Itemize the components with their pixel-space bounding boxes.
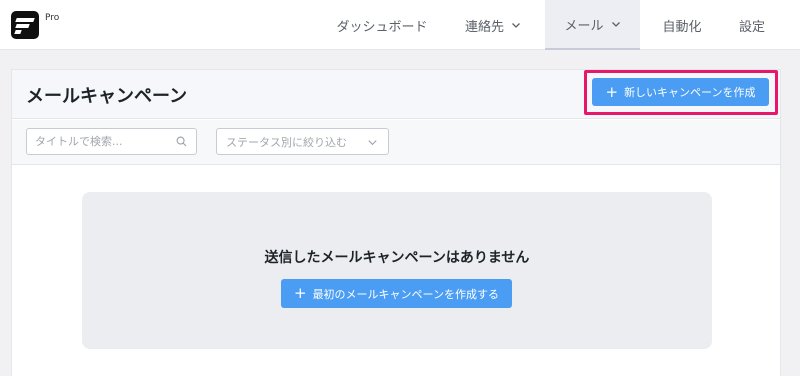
nav-item-contacts[interactable]: 連絡先 [452,0,534,50]
search-icon [176,136,187,147]
new-campaign-button[interactable]: + 新しいキャンペーンを作成 [592,78,769,106]
create-first-campaign-label: 最初のメールキャンペーンを作成する [312,287,500,301]
app-logo[interactable] [11,11,39,39]
plus-icon: + [293,284,307,302]
search-input[interactable] [27,129,167,154]
top-navigation-bar: Pro ダッシュボード 連絡先 メール 自動化 設定 [0,0,800,50]
create-first-campaign-button[interactable]: + 最初のメールキャンペーンを作成する [281,279,512,308]
nav-item-automation[interactable]: 自動化 [652,0,712,50]
nav-item-label: 設定 [738,19,765,35]
status-filter-select[interactable]: ステータス別に絞り込む [216,128,389,155]
nav-item-label: メール [564,18,604,34]
chevron-down-icon [611,22,620,27]
nav-item-dashboard[interactable]: ダッシュボード [326,0,438,50]
chevron-down-icon [512,23,520,28]
search-field[interactable] [26,128,197,155]
plus-icon: + [605,82,619,101]
status-filter-label: ステータス別に絞り込む [226,135,347,149]
nav-item-email[interactable]: メール [545,0,640,50]
chevron-down-icon [368,140,377,146]
new-campaign-button-label: 新しいキャンペーンを作成 [624,86,756,99]
nav-item-label: 自動化 [662,19,702,35]
empty-state: 送信したメールキャンペーンはありません + 最初のメールキャンペーンを作成する [82,192,712,349]
empty-state-message: 送信したメールキャンペーンはありません [264,250,530,266]
page-title: メールキャンペーン [26,86,188,107]
nav-item-label: 連絡先 [464,19,504,35]
nav-item-settings[interactable]: 設定 [728,0,776,50]
nav-item-label: ダッシュボード [336,19,428,35]
pro-badge: Pro [45,13,60,23]
